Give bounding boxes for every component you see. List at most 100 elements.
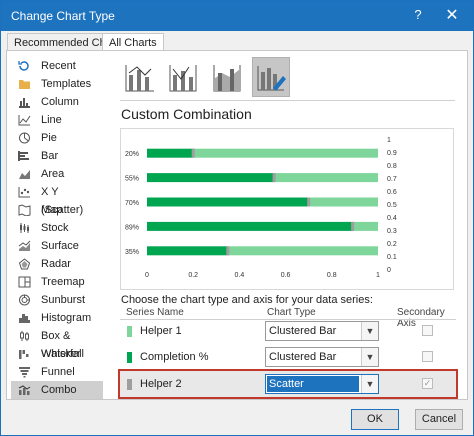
ok-button[interactable]: OK [351, 409, 399, 430]
bar [147, 197, 309, 207]
chevron-down-icon[interactable]: ▼ [361, 322, 378, 340]
instruction-text: Choose the chart type and axis for your … [121, 294, 373, 306]
sidebar-item-label: Radar [41, 258, 71, 270]
bar [308, 197, 378, 207]
sidebar-item-label: Surface [41, 240, 79, 252]
line-chart-icon [18, 115, 31, 126]
sidebar-item-label: Pie [41, 132, 57, 144]
clustered-column-line-button[interactable] [120, 57, 158, 97]
stacked-area-clustered-column-icon [213, 65, 241, 92]
secondary-y-tick-label: 0.8 [387, 163, 397, 170]
recent-icon [18, 61, 29, 71]
bar [147, 148, 194, 158]
sidebar-item-label: Bar [41, 150, 59, 162]
sidebar-item-stock[interactable]: Stock [11, 219, 103, 237]
table-row-selected[interactable]: Helper 2 Scatter ▼ ✓ [118, 369, 458, 399]
secondary-y-tick-label: 1 [387, 137, 391, 144]
surface-chart-icon [18, 240, 31, 251]
stock-chart-icon [20, 223, 29, 233]
sidebar-item-label: Treemap [41, 276, 85, 288]
bar [227, 246, 378, 256]
help-button[interactable]: ? [411, 7, 425, 23]
chart-type-select[interactable]: Scatter ▼ [265, 374, 379, 394]
sidebar-item-templates[interactable]: Templates [11, 75, 103, 93]
sidebar-item-histogram[interactable]: Histogram [11, 309, 103, 327]
bar [193, 148, 378, 158]
secondary-axis-checkbox[interactable] [422, 325, 433, 336]
bar [147, 246, 228, 256]
sidebar-item-label: Area [41, 168, 65, 180]
sidebar-item-label: Column [41, 96, 79, 108]
sidebar-item-sunburst[interactable]: Sunburst [11, 291, 103, 309]
secondary-y-tick-label: 0.4 [387, 215, 397, 222]
secondary-axis-checkbox[interactable]: ✓ [422, 378, 433, 389]
sunburst-chart-icon [19, 294, 30, 306]
sidebar-item-label: Combo [41, 384, 77, 396]
x-tick-label: 0 [145, 272, 149, 279]
sidebar-item-funnel[interactable]: Funnel [11, 363, 103, 381]
chart-preview-svg: 20% 55% 70% 89% 35% 0 0.2 0.4 0.6 0.8 1 1 0.9 0.8 0.7 0… [125, 137, 397, 279]
waterfall-chart-icon [19, 350, 29, 359]
x-tick-label: 0.6 [281, 272, 291, 279]
secondary-axis-checkbox[interactable] [422, 351, 433, 362]
chart-type-value: Clustered Bar [269, 325, 337, 337]
sidebar-item-surface[interactable]: Surface [11, 237, 103, 255]
sidebar-item-label: Waterfall [41, 348, 84, 360]
secondary-y-tick-label: 0.5 [387, 202, 397, 209]
sidebar-item-line[interactable]: Line [11, 111, 103, 129]
combo-chart-icon [18, 385, 31, 395]
scatter-chart-icon [18, 187, 30, 198]
bar [147, 173, 275, 183]
cancel-button[interactable]: Cancel [415, 409, 463, 430]
sidebar-item-label: Histogram [41, 312, 92, 324]
chart-type-value: Scatter [267, 376, 359, 392]
sidebar-item-box-whisker[interactable]: Box & Whisker [11, 327, 103, 360]
box-whisker-chart-icon [20, 331, 29, 341]
x-tick-label: 1 [376, 272, 380, 279]
sidebar-item-treemap[interactable]: Treemap [11, 273, 103, 291]
sidebar-item-radar[interactable]: Radar [11, 255, 103, 273]
sidebar-item-pie[interactable]: Pie [11, 129, 103, 147]
custom-combination-button[interactable] [252, 57, 290, 97]
chart-type-select[interactable]: Clustered Bar ▼ [265, 347, 379, 367]
column-chart-icon [19, 98, 30, 108]
sidebar-item-column[interactable]: Column [11, 93, 103, 111]
clustered-column-line-secondary-button[interactable] [164, 57, 202, 97]
table-row[interactable]: Helper 1 Clustered Bar ▼ [120, 318, 456, 344]
helper2-marker [226, 246, 230, 256]
sidebar-item-label: Recent [41, 60, 76, 72]
folder-icon [19, 80, 30, 89]
helper2-marker [307, 197, 311, 207]
sidebar-item-waterfall[interactable]: Waterfall [11, 345, 103, 363]
sidebar-item-map[interactable]: Map [11, 201, 103, 219]
table-row[interactable]: Completion % Clustered Bar ▼ [120, 344, 456, 370]
chart-type-select[interactable]: Clustered Bar ▼ [265, 321, 379, 341]
chevron-down-icon[interactable]: ▼ [361, 375, 378, 393]
chevron-down-icon[interactable]: ▼ [361, 348, 378, 366]
bar-chart-icon [18, 151, 29, 161]
chart-preview: 20% 55% 70% 89% 35% 0 0.2 0.4 0.6 0.8 1 1 0.9 0.8 0.7 0… [120, 128, 454, 290]
sidebar-item-scatter[interactable]: X Y (Scatter) [11, 183, 103, 216]
stacked-area-clustered-column-button[interactable] [208, 57, 246, 97]
secondary-y-tick-label: 0 [387, 267, 391, 274]
close-button[interactable]: ✕ [443, 5, 461, 25]
funnel-chart-icon [19, 367, 30, 378]
change-chart-type-dialog: Change Chart Type ? ✕ Recommended Charts… [0, 0, 474, 436]
sidebar-item-label: Stock [41, 222, 69, 234]
clustered-column-line-secondary-icon [169, 65, 197, 92]
sidebar-item-area[interactable]: Area [11, 165, 103, 183]
series-name: Helper 1 [140, 325, 182, 337]
map-chart-icon [18, 204, 31, 216]
sidebar-item-combo[interactable]: Combo [11, 381, 103, 399]
sidebar-item-label: Line [41, 114, 62, 126]
sidebar-item-bar[interactable]: Bar [11, 147, 103, 165]
sidebar-item-label: Funnel [41, 366, 75, 378]
secondary-y-tick-label: 0.7 [387, 176, 397, 183]
series-color-swatch [127, 352, 132, 363]
helper2-marker [191, 148, 195, 158]
x-tick-label: 0.2 [188, 272, 198, 279]
series-color-swatch [127, 379, 132, 390]
area-chart-icon [19, 170, 30, 179]
x-tick-label: 0.4 [235, 272, 245, 279]
sidebar-item-recent[interactable]: Recent [11, 57, 103, 75]
